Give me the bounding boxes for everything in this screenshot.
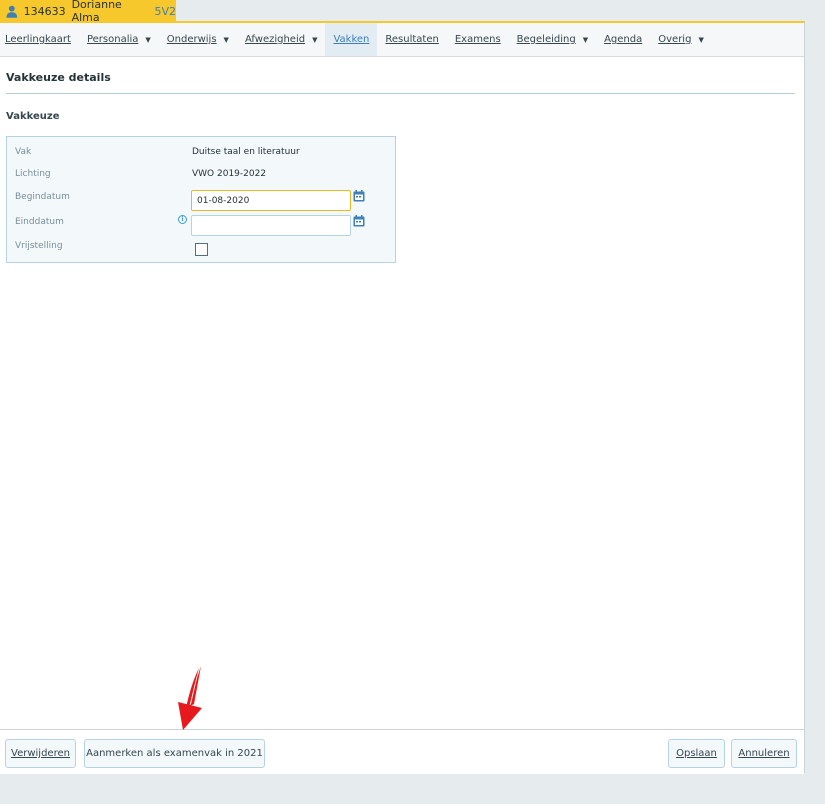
nav-item-label: Agenda [604, 34, 643, 45]
nav-item-label: Resultaten [385, 34, 439, 45]
student-class: 5V2 [154, 4, 176, 18]
begindatum-label: Begindatum [15, 192, 70, 202]
caret-down-icon: ▼ [698, 35, 704, 44]
nav-item-label: Overig [658, 34, 692, 45]
nav-item-label: Examens [454, 34, 501, 45]
nav-item-begeleiding[interactable]: Begeleiding ▼ [517, 23, 596, 56]
main-panel: Leerlingkaart Personalia ▼ Onderwijs ▼ Afwezi… [0, 21, 805, 774]
caret-down-icon: ▼ [582, 35, 589, 44]
page-title: Vakkeuze details [6, 71, 111, 84]
lichting-value: VWO 2019-2022 [192, 169, 267, 179]
nav-item-afwezigheid[interactable]: Afwezigheid ▼ [245, 23, 326, 56]
nav-item-leerlingkaart[interactable]: Leerlingkaart [5, 23, 79, 56]
lichting-label: Lichting [15, 169, 51, 179]
nav-item-label: Leerlingkaart [5, 34, 71, 45]
cancel-button[interactable]: Annuleren [731, 739, 797, 768]
nav-item-agenda[interactable]: Agenda [604, 23, 650, 56]
title-divider [6, 93, 795, 94]
mark-exam-subject-button[interactable]: Aanmerken als examenvak in 2021 [84, 739, 265, 768]
nav-bar: Leerlingkaart Personalia ▼ Onderwijs ▼ Afwezi… [0, 23, 804, 57]
save-button[interactable]: Opslaan [668, 739, 725, 768]
person-icon [6, 5, 18, 18]
einddatum-label: Einddatum [15, 217, 64, 227]
delete-button[interactable]: Verwijderen [5, 739, 76, 768]
nav-item-onderwijs[interactable]: Onderwijs ▼ [167, 23, 237, 56]
student-number: 134633 [23, 4, 66, 18]
einddatum-input[interactable] [191, 215, 351, 236]
section-title: Vakkeuze [6, 111, 60, 122]
save-button-label: Opslaan [676, 748, 717, 759]
nav-item-label: Afwezigheid [244, 34, 306, 45]
info-icon[interactable]: i [178, 215, 187, 224]
cancel-button-label: Annuleren [738, 748, 790, 759]
student-tab[interactable]: 134633 Dorianne Alma 5V2 [0, 0, 176, 24]
vak-value: Duitse taal en literatuur [192, 147, 300, 157]
nav-item-label: Begeleiding [516, 34, 576, 45]
caret-down-icon: ▼ [223, 35, 229, 44]
nav-item-label: Onderwijs [166, 34, 217, 45]
calendar-icon[interactable] [353, 190, 365, 202]
vak-label: Vak [15, 147, 32, 157]
nav-item-label: Personalia [86, 34, 139, 45]
caret-down-icon: ▼ [312, 35, 318, 44]
calendar-icon[interactable] [353, 215, 365, 227]
footer-bar: Verwijderen Aanmerken als examenvak in 2… [0, 729, 804, 774]
delete-button-label: Verwijderen [11, 748, 70, 759]
vrijstelling-label: Vrijstelling [15, 241, 63, 251]
begindatum-input[interactable] [191, 190, 351, 211]
nav-item-label: Vakken [333, 34, 370, 45]
vakkeuze-form: Vak Duitse taal en literatuur Lichting V… [6, 136, 396, 263]
annotation-arrow [178, 666, 202, 730]
nav-item-vakken[interactable]: Vakken [325, 23, 378, 56]
nav-item-personalia[interactable]: Personalia ▼ [87, 23, 159, 56]
caret-down-icon: ▼ [145, 35, 151, 44]
nav-item-resultaten[interactable]: Resultaten [385, 23, 446, 56]
nav-item-overig[interactable]: Overig ▼ [658, 23, 712, 56]
vrijstelling-checkbox[interactable] [195, 243, 208, 256]
nav-item-examens[interactable]: Examens [455, 23, 509, 56]
mark-exam-subject-label: Aanmerken als examenvak in 2021 [86, 748, 263, 759]
